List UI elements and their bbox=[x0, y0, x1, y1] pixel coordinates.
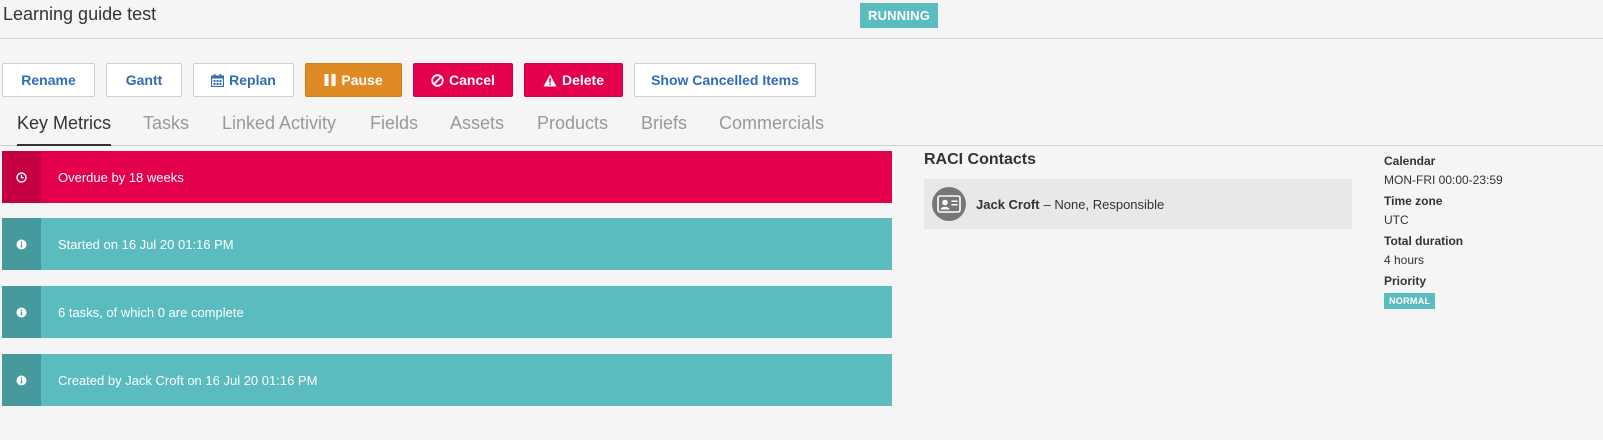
info-icon bbox=[16, 307, 27, 317]
tab-fields[interactable]: Fields bbox=[370, 112, 418, 144]
tab-assets[interactable]: Assets bbox=[450, 112, 504, 144]
calendar-value: MON-FRI 00:00-23:59 bbox=[1384, 173, 1503, 187]
metric-text: 6 tasks, of which 0 are complete bbox=[58, 304, 244, 320]
tab-products[interactable]: Products bbox=[537, 112, 608, 144]
contact-name: Jack Croft bbox=[976, 196, 1040, 212]
gantt-label: Gantt bbox=[125, 72, 163, 88]
show-cancelled-label: Show Cancelled Items bbox=[651, 72, 799, 88]
contact-card-icon bbox=[932, 187, 966, 221]
cancel-label: Cancel bbox=[449, 72, 495, 88]
duration-value: 4 hours bbox=[1384, 253, 1425, 267]
metric-overdue: Overdue by 18 weeks bbox=[2, 151, 892, 203]
clock-icon bbox=[16, 171, 27, 183]
info-icon bbox=[16, 375, 27, 385]
contact-role: – None, Responsible bbox=[1043, 196, 1165, 212]
gantt-button[interactable]: Gantt bbox=[106, 63, 182, 97]
pause-button[interactable]: Pause bbox=[305, 63, 402, 97]
replan-button[interactable]: Replan bbox=[193, 63, 294, 97]
tab-commercials[interactable]: Commercials bbox=[719, 112, 824, 144]
metric-created: Created by Jack Croft on 16 Jul 20 01:16… bbox=[2, 354, 892, 406]
delete-button[interactable]: Delete bbox=[524, 63, 623, 97]
status-badge: RUNNING bbox=[860, 3, 939, 28]
metric-tasks: 6 tasks, of which 0 are complete bbox=[2, 286, 892, 338]
info-icon bbox=[16, 239, 27, 249]
calendar-icon bbox=[211, 73, 225, 87]
pause-label: Pause bbox=[341, 72, 383, 88]
raci-contacts-title: RACI Contacts bbox=[924, 151, 1037, 168]
calendar-label: Calendar bbox=[1384, 154, 1436, 168]
header: Learning guide test RUNNING bbox=[0, 0, 1603, 39]
metric-started: Started on 16 Jul 20 01:16 PM bbox=[2, 218, 892, 270]
show-cancelled-items-button[interactable]: Show Cancelled Items bbox=[634, 63, 816, 97]
tab-bar: Key Metrics Tasks Linked Activity Fields… bbox=[0, 112, 1603, 146]
priority-badge: NORMAL bbox=[1384, 293, 1436, 309]
raci-contact-card[interactable]: Jack Croft – None, Responsible bbox=[924, 179, 1352, 229]
metric-text: Overdue by 18 weeks bbox=[58, 169, 184, 185]
ban-icon bbox=[431, 73, 444, 87]
delete-label: Delete bbox=[561, 72, 605, 88]
duration-label: Total duration bbox=[1384, 234, 1464, 248]
replan-label: Replan bbox=[229, 72, 276, 88]
rename-label: Rename bbox=[21, 72, 76, 88]
timezone-value: UTC bbox=[1384, 213, 1409, 227]
priority-label: Priority bbox=[1384, 274, 1427, 288]
tab-tasks[interactable]: Tasks bbox=[143, 112, 189, 144]
page-title: Learning guide test bbox=[3, 4, 157, 24]
tab-key-metrics[interactable]: Key Metrics bbox=[17, 112, 112, 146]
pause-icon bbox=[324, 74, 336, 86]
timezone-label: Time zone bbox=[1384, 194, 1443, 208]
tab-linked-activity[interactable]: Linked Activity bbox=[222, 112, 336, 144]
cancel-button[interactable]: Cancel bbox=[413, 63, 513, 97]
metric-text: Created by Jack Croft on 16 Jul 20 01:16… bbox=[58, 372, 318, 388]
rename-button[interactable]: Rename bbox=[2, 63, 95, 97]
metric-text: Started on 16 Jul 20 01:16 PM bbox=[58, 236, 234, 252]
tab-briefs[interactable]: Briefs bbox=[641, 112, 687, 144]
details-panel: Calendar MON-FRI 00:00-23:59 Time zone U… bbox=[1384, 154, 1594, 309]
warning-icon bbox=[543, 74, 557, 86]
